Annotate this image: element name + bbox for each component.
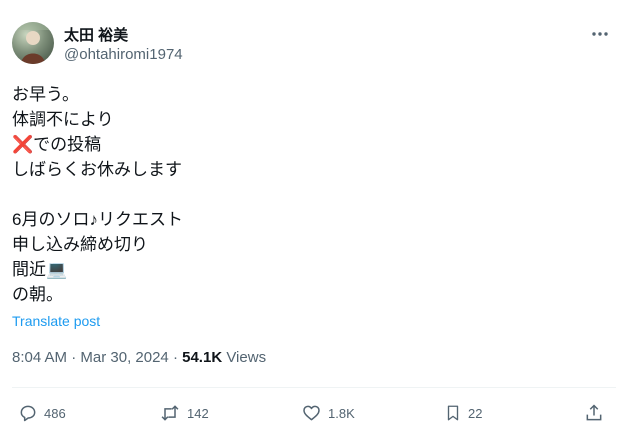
- post-text-line: しばらくお休みします: [12, 160, 182, 179]
- like-button[interactable]: 1.8K: [301, 402, 355, 424]
- post-text-line: [12, 182, 183, 207]
- meta-separator: ·: [71, 349, 77, 366]
- post-text-line: ❌での投稿: [12, 135, 102, 154]
- bookmark-button[interactable]: 22: [444, 402, 482, 424]
- post-text-line: 間近💻: [12, 260, 68, 279]
- share-icon: [586, 404, 602, 421]
- avatar-image: [12, 22, 54, 64]
- post-meta: 8:04 AM · Mar 30, 2024 · 54.1K Views: [12, 349, 266, 366]
- like-count: 1.8K: [328, 405, 355, 421]
- repost-icon: [161, 405, 179, 421]
- repost-button[interactable]: 142: [159, 402, 209, 424]
- post-date[interactable]: Mar 30, 2024: [80, 349, 168, 366]
- post-text-line: 6月のソロ♪リクエスト: [12, 210, 183, 229]
- post-card: 太田 裕美 @ohtahiromi1974 お早う。体調不により ❌での投稿しばら…: [0, 0, 628, 442]
- post-text-line: 体調不により: [12, 110, 114, 129]
- share-button[interactable]: [584, 402, 604, 424]
- translate-post-link[interactable]: Translate post: [12, 313, 100, 329]
- heart-icon: [303, 405, 320, 421]
- views-count: 54.1K: [182, 349, 223, 366]
- divider: [12, 387, 616, 388]
- author-name[interactable]: 太田 裕美: [64, 24, 128, 45]
- bookmark-icon: [447, 405, 459, 421]
- more-dots-icon[interactable]: [590, 26, 610, 42]
- meta-separator: ·: [172, 349, 178, 366]
- reply-count: 486: [44, 405, 66, 421]
- repost-count: 142: [187, 405, 209, 421]
- views-label: Views: [226, 349, 267, 366]
- reply-bubble-icon: [20, 405, 36, 422]
- post-text: お早う。体調不により ❌での投稿しばらくお休みします 6月のソロ♪リクエスト 申し込…: [12, 82, 183, 307]
- post-text-line: 申し込み締め切り: [12, 235, 148, 254]
- post-time[interactable]: 8:04 AM: [12, 349, 67, 366]
- post-text-line: の朝。: [12, 285, 63, 304]
- post-text-line: お早う。: [12, 85, 79, 104]
- bookmark-count: 22: [468, 405, 483, 421]
- avatar[interactable]: [12, 22, 54, 64]
- author-handle[interactable]: @ohtahiromi1974: [64, 46, 183, 63]
- reply-button[interactable]: 486: [18, 402, 66, 424]
